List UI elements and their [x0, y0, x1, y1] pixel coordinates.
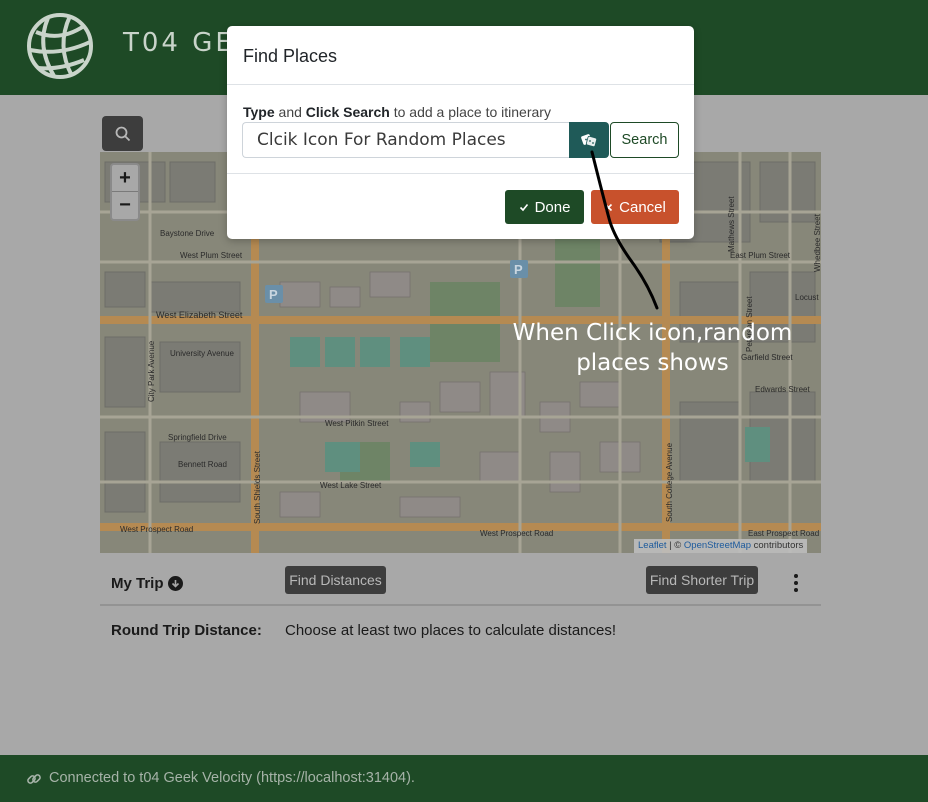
- zoom-control: + −: [110, 163, 140, 221]
- map-label: West Lake Street: [320, 481, 382, 490]
- map-label: Springfield Drive: [168, 433, 227, 442]
- cancel-label: Cancel: [619, 198, 666, 216]
- attribution-separator: | ©: [666, 540, 684, 551]
- done-label: Done: [534, 198, 571, 216]
- search-icon: [115, 126, 130, 141]
- map-label: Bennett Road: [178, 460, 227, 469]
- map-label: Whedbee Street: [813, 213, 821, 272]
- map-label: East Prospect Road: [748, 529, 819, 538]
- round-trip-distance-value: Choose at least two places to calculate …: [285, 622, 617, 639]
- instr-rest: to add a place to itinerary: [389, 104, 551, 120]
- find-distances-button[interactable]: Find Distances: [285, 566, 386, 594]
- modal-footer-divider: [227, 173, 694, 174]
- zoom-out-button[interactable]: −: [112, 192, 138, 219]
- more-options-icon[interactable]: [791, 572, 801, 594]
- map-label: University Avenue: [170, 349, 234, 358]
- search-toggle-button[interactable]: [102, 116, 143, 151]
- search-button[interactable]: Search: [610, 122, 679, 158]
- instr-type: Type: [243, 104, 275, 120]
- close-icon: [605, 203, 613, 211]
- globe-icon[interactable]: [26, 12, 94, 80]
- instr-and: and: [274, 104, 306, 120]
- dice-icon: [581, 134, 598, 148]
- map-label: Locust: [795, 293, 819, 302]
- round-trip-distance-label: Round Trip Distance:: [111, 622, 262, 639]
- map-label: Baystone Drive: [160, 229, 215, 238]
- zoom-in-button[interactable]: +: [112, 165, 138, 192]
- map-label: West Pitkin Street: [325, 419, 389, 428]
- map-label: South College Avenue: [665, 442, 674, 522]
- app-title: T04 GE: [123, 28, 235, 58]
- map-label: South Shields Street: [253, 450, 262, 524]
- done-button[interactable]: Done: [505, 190, 584, 224]
- instr-click-search: Click Search: [305, 104, 390, 120]
- status-footer: Connected to t04 Geek Velocity (https://…: [0, 755, 928, 802]
- place-search-input[interactable]: Clcik Icon For Random Places: [242, 122, 570, 158]
- find-shorter-trip-button[interactable]: Find Shorter Trip: [646, 566, 758, 594]
- cancel-button[interactable]: Cancel: [591, 190, 679, 224]
- find-places-modal: Find Places Type and Click Search to add…: [227, 26, 694, 239]
- map-label: West Elizabeth Street: [156, 310, 243, 320]
- map-label: West Plum Street: [180, 251, 243, 260]
- link-icon: [27, 774, 41, 784]
- modal-divider: [227, 84, 694, 85]
- trip-header-row: My Trip Find Distances Find Shorter Trip: [100, 558, 821, 606]
- leaflet-link[interactable]: Leaflet: [638, 540, 667, 551]
- map-label: West Prospect Road: [120, 525, 193, 534]
- svg-text:P: P: [514, 262, 523, 277]
- map-label: East Plum Street: [730, 251, 791, 260]
- check-icon: [519, 203, 528, 212]
- svg-text:P: P: [269, 287, 278, 302]
- trip-title[interactable]: My Trip: [111, 575, 183, 592]
- random-places-button[interactable]: [569, 122, 609, 158]
- chevron-down-icon[interactable]: [167, 576, 183, 591]
- map-label: Edwards Street: [755, 385, 810, 394]
- annotation-text: When Click icon,random places shows: [512, 320, 793, 376]
- connection-status: Connected to t04 Geek Velocity (https://…: [49, 770, 415, 786]
- modal-title: Find Places: [243, 46, 338, 66]
- modal-instructions: Type and Click Search to add a place to …: [243, 104, 551, 120]
- trip-title-label: My Trip: [111, 575, 164, 592]
- map-label: West Prospect Road: [480, 529, 553, 538]
- map-attribution: Leaflet | © OpenStreetMap contributors: [634, 539, 808, 553]
- map-label: City Park Avenue: [147, 340, 156, 402]
- attribution-suffix: contributors: [751, 540, 804, 551]
- osm-link[interactable]: OpenStreetMap: [684, 540, 751, 551]
- map-label: Mathews Street: [727, 196, 736, 252]
